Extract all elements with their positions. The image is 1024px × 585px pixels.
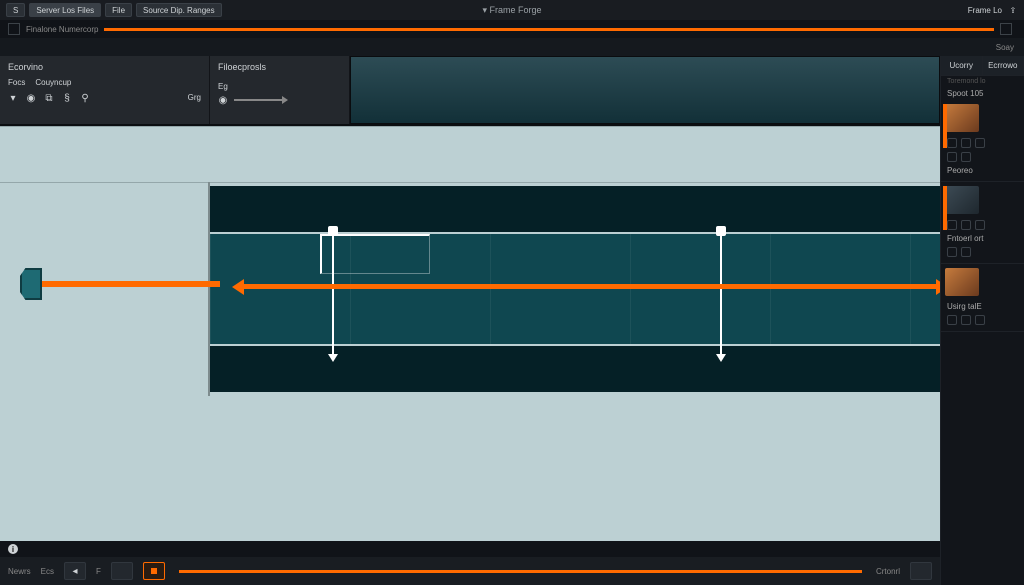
tool-right-label: Grg: [188, 93, 201, 103]
preview-monitor[interactable]: [350, 56, 940, 124]
clip-handle-1[interactable]: [943, 104, 947, 148]
prop-lock[interactable]: [961, 138, 971, 148]
tab-s[interactable]: S: [6, 3, 25, 17]
prev-icon: ◂: [73, 566, 78, 577]
info-icon[interactable]: i: [8, 544, 18, 554]
ruler: [0, 182, 940, 183]
tab-server[interactable]: Server Los Files: [29, 3, 101, 17]
panel-controls: Ecorvino Focs Couyncup ▾ ◉ ⧉ § ⚲ Grg: [0, 56, 210, 124]
tertiary-bar: Soay: [0, 38, 1024, 56]
track-lower[interactable]: [210, 346, 940, 392]
transport-scrub[interactable]: [179, 570, 862, 573]
statusbar: i: [0, 541, 940, 557]
transport-bar: Newrs Ecs ◂ F Crtonrl: [0, 557, 940, 585]
marker-in[interactable]: [332, 226, 334, 356]
transport-end[interactable]: [910, 562, 932, 580]
clip-handle-2[interactable]: [943, 186, 947, 230]
record-icon: [151, 568, 157, 574]
inspector-panel: Ucorry Ecrrowo Toremond lo Spoot 105 Peo…: [940, 56, 1024, 585]
prop3-a[interactable]: [947, 315, 957, 325]
transport-label-1: Ecs: [41, 567, 54, 576]
tab-source[interactable]: Source Dip. Ranges: [136, 3, 222, 17]
subbar-label: Finalone Numercorp: [26, 25, 98, 34]
transport-prev[interactable]: ◂: [64, 562, 86, 580]
section-label-2: Usirg talE: [947, 302, 982, 311]
select-icon[interactable]: §: [62, 93, 72, 103]
section-label-0: Peoreo: [947, 166, 973, 175]
tab-ecrrowo[interactable]: Ecrrowo: [983, 56, 1024, 75]
menubar: S Server Los Files File Source Dip. Rang…: [0, 0, 1024, 20]
share-icon[interactable]: ⇪: [1008, 5, 1018, 15]
playhead-stem: [40, 281, 220, 287]
playhead-head[interactable]: [20, 268, 42, 300]
panel-strip: Ecorvino Focs Couyncup ▾ ◉ ⧉ § ⚲ Grg: [0, 56, 940, 126]
panel-b-sub: Eg: [218, 82, 341, 91]
save-label[interactable]: Soay: [996, 43, 1014, 52]
stat-1: Spoot 105: [947, 89, 983, 98]
record-toggle[interactable]: [8, 23, 20, 35]
tab-group: S Server Los Files File Source Dip. Rang…: [6, 3, 222, 17]
transport-label-2: F: [96, 567, 101, 576]
transport-label-0: Newrs: [8, 567, 31, 576]
check-circle-icon[interactable]: ◉: [218, 95, 228, 105]
section-label-1: Fntoerl ort: [947, 234, 983, 243]
prop-visibility[interactable]: [947, 138, 957, 148]
panel-b-header: Filoecprosls: [218, 62, 341, 72]
prop2-d[interactable]: [947, 247, 957, 257]
col-focs: Focs: [8, 78, 25, 87]
panel-effects: Filoecprosls Eg ◉: [210, 56, 350, 124]
clip-thumb-3[interactable]: [945, 268, 979, 296]
chevron-down-icon[interactable]: ▾: [8, 93, 18, 103]
marker-out[interactable]: [720, 226, 722, 356]
prop2-a[interactable]: [947, 220, 957, 230]
prop3-c[interactable]: [975, 315, 985, 325]
app-title: ▾ Frame Forge: [482, 5, 541, 16]
effect-slider[interactable]: [234, 99, 284, 101]
prop2-c[interactable]: [975, 220, 985, 230]
workspace-label[interactable]: Frame Lo: [968, 6, 1002, 15]
tab-file[interactable]: File: [105, 3, 132, 17]
subbar: Finalone Numercorp: [0, 20, 1024, 38]
ruler-top: [0, 126, 940, 127]
transport-right-0: Crtonrl: [876, 567, 900, 576]
transport-step[interactable]: [111, 562, 133, 580]
range-arrow[interactable]: [240, 284, 940, 289]
prop3-b[interactable]: [961, 315, 971, 325]
target-icon[interactable]: ◉: [26, 93, 36, 103]
inspector-sub: Toremond lo: [941, 76, 1024, 87]
col-couyncup: Couyncup: [35, 78, 71, 87]
progress-end[interactable]: [1000, 23, 1012, 35]
timeline-canvas[interactable]: [0, 126, 940, 541]
transport-record[interactable]: [143, 562, 165, 580]
prop-fx[interactable]: [975, 138, 985, 148]
prop-b[interactable]: [961, 152, 971, 162]
prop-a[interactable]: [947, 152, 957, 162]
clip-thumb-1[interactable]: [945, 104, 979, 132]
panel-a-header: Ecorvino: [8, 62, 201, 72]
track-upper[interactable]: [210, 186, 940, 232]
tab-ucorry[interactable]: Ucorry: [941, 56, 983, 75]
playhead[interactable]: [20, 268, 220, 300]
clip-thumb-2[interactable]: [945, 186, 979, 214]
anchor-icon[interactable]: ⚲: [80, 93, 90, 103]
prop2-e[interactable]: [961, 247, 971, 257]
copy-icon[interactable]: ⧉: [44, 93, 54, 103]
selection-box[interactable]: [320, 234, 430, 274]
progress-bar[interactable]: [104, 28, 994, 31]
prop2-b[interactable]: [961, 220, 971, 230]
